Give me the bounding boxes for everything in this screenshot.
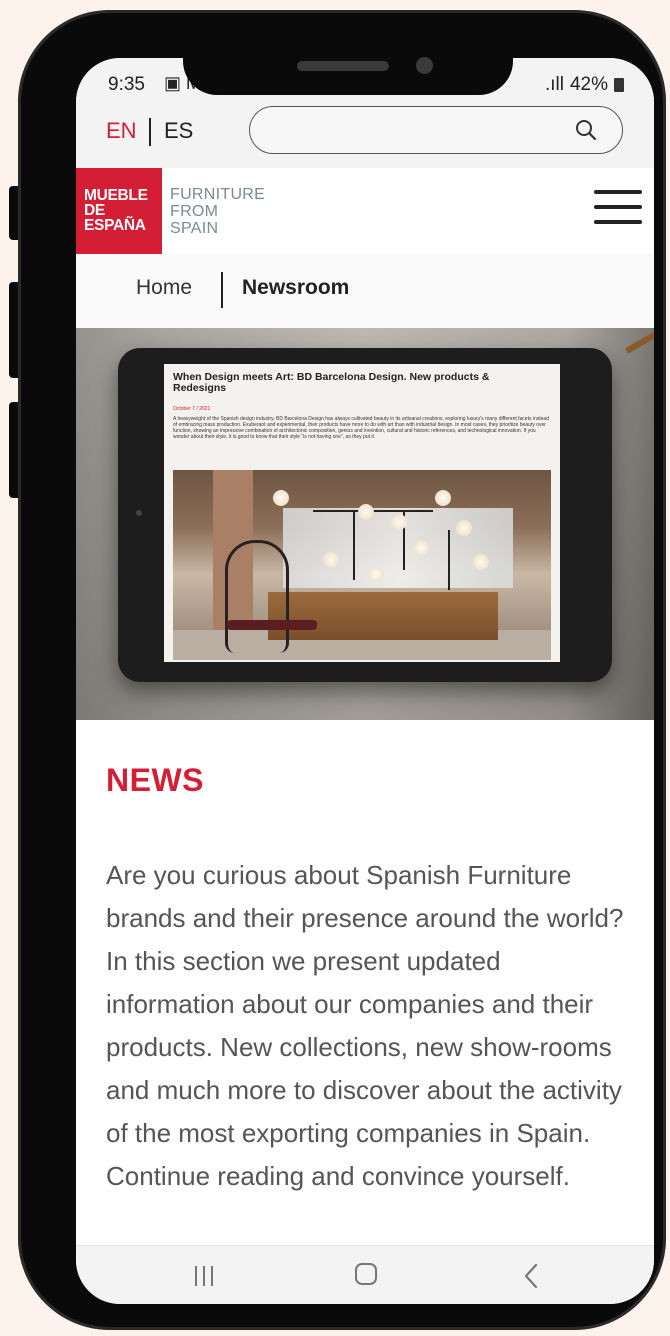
language-en-link[interactable]: EN bbox=[106, 118, 137, 144]
article-photo bbox=[173, 470, 551, 660]
search-input[interactable] bbox=[270, 117, 564, 145]
logo-badge[interactable]: MUEBLE DE ESPAÑA bbox=[76, 168, 162, 254]
logo-text[interactable]: FURNITURE FROM SPAIN bbox=[170, 186, 265, 237]
breadcrumb: Home Newsroom bbox=[76, 254, 654, 328]
phone-camera bbox=[416, 57, 433, 74]
lamp-rod bbox=[448, 530, 450, 590]
hero-image: When Design meets Art: BD Barcelona Desi… bbox=[76, 328, 654, 720]
tablet-screen: When Design meets Art: BD Barcelona Desi… bbox=[164, 364, 560, 662]
signal-icon: .ıll bbox=[544, 74, 564, 95]
recent-bar bbox=[203, 1266, 205, 1286]
lamp-globe bbox=[323, 552, 339, 568]
phone-frame: 9:35 ▣ M .ıll 42% EN ES MUEBLE DE ESPAÑA… bbox=[18, 10, 666, 1330]
tablet-mockup: When Design meets Art: BD Barcelona Desi… bbox=[118, 348, 612, 682]
article-text: A heavyweight of the Spanish design indu… bbox=[173, 416, 549, 440]
search-box[interactable] bbox=[249, 106, 623, 154]
photo-chair-seat bbox=[227, 620, 317, 630]
lamp-globe bbox=[413, 540, 429, 556]
recent-apps-icon[interactable] bbox=[193, 1266, 217, 1286]
logo-badge-line: MUEBLE bbox=[84, 187, 148, 204]
news-heading: NEWS bbox=[106, 762, 204, 798]
lamp-globe bbox=[435, 490, 451, 506]
language-es-link[interactable]: ES bbox=[164, 118, 193, 144]
logo-text-line: FROM bbox=[170, 203, 219, 220]
language-divider bbox=[149, 118, 151, 146]
status-time: 9:35 bbox=[108, 74, 145, 95]
lamp-globe bbox=[368, 566, 384, 582]
back-icon[interactable] bbox=[522, 1263, 542, 1289]
lamp-globe bbox=[473, 554, 489, 570]
menu-bar bbox=[594, 190, 642, 194]
article-title: When Design meets Art: BD Barcelona Desi… bbox=[173, 371, 490, 394]
site-header: MUEBLE DE ESPAÑA FURNITURE FROM SPAIN bbox=[76, 168, 654, 254]
article-date: October 7 / 2021 bbox=[173, 406, 211, 412]
search-icon[interactable] bbox=[574, 118, 598, 142]
home-icon[interactable] bbox=[355, 1263, 377, 1285]
logo-text-line: FURNITURE bbox=[170, 186, 266, 203]
logo-badge-line: DE bbox=[84, 202, 105, 219]
menu-bar bbox=[594, 205, 642, 209]
lamp-globe bbox=[273, 490, 289, 506]
news-section: NEWS Are you curious about Spanish Furni… bbox=[76, 720, 654, 1245]
phone-speaker bbox=[297, 61, 389, 71]
lamp-rod bbox=[353, 510, 355, 580]
battery-icon bbox=[614, 78, 624, 92]
logo-text-line: SPAIN bbox=[170, 220, 219, 237]
recent-bar bbox=[211, 1266, 213, 1286]
news-description: Are you curious about Spanish Furniture … bbox=[106, 860, 624, 1191]
breadcrumb-divider bbox=[221, 272, 223, 308]
photo-desk bbox=[268, 592, 498, 640]
photo-chair bbox=[225, 540, 289, 653]
lamp-globe bbox=[456, 520, 472, 536]
logo-badge-line: ESPAÑA bbox=[84, 217, 146, 234]
tablet-camera bbox=[136, 510, 142, 516]
menu-bar bbox=[594, 220, 642, 224]
hamburger-menu-icon[interactable] bbox=[594, 190, 642, 226]
battery-level: 42% bbox=[569, 74, 608, 95]
language-bar: EN ES bbox=[76, 106, 654, 168]
recent-bar bbox=[195, 1266, 197, 1286]
lamp-globe bbox=[358, 504, 374, 520]
status-right: .ıll 42% bbox=[545, 74, 624, 96]
lamp-globe bbox=[391, 514, 407, 530]
breadcrumb-current: Newsroom bbox=[242, 276, 350, 299]
phone-screen: 9:35 ▣ M .ıll 42% EN ES MUEBLE DE ESPAÑA… bbox=[76, 58, 654, 1304]
breadcrumb-home-link[interactable]: Home bbox=[136, 276, 192, 300]
android-nav-bar bbox=[76, 1245, 654, 1304]
